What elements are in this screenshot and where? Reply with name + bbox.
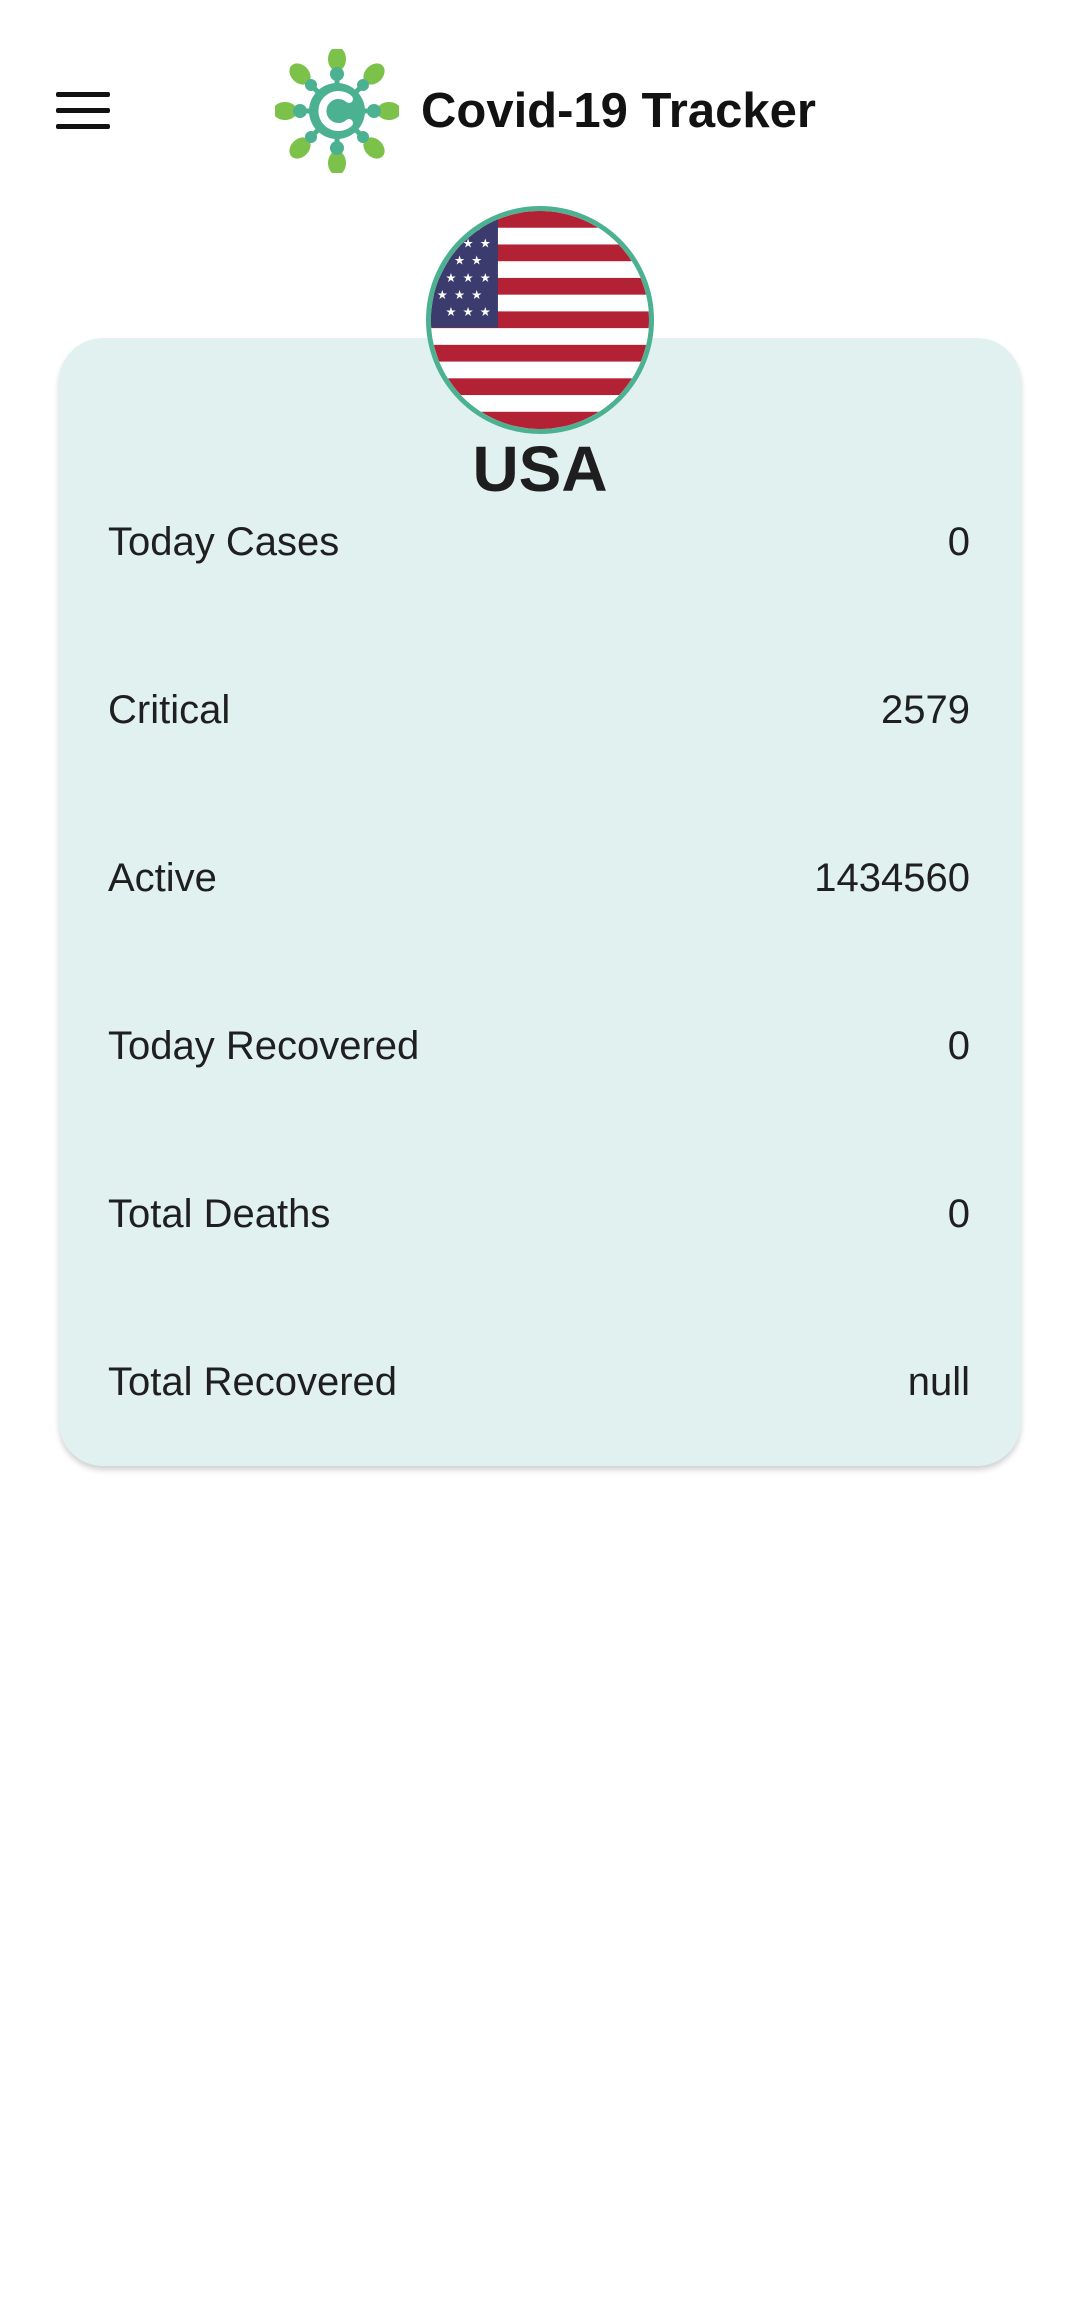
virus-logo-icon <box>275 48 399 173</box>
flag-image: ★ ★ ★ ★ ★ ★ ★ ★ ★ ★ ★ ★ ★ ★ ★ ★ ★ ★ <box>431 211 649 429</box>
svg-text:★: ★ <box>437 287 448 302</box>
stat-row-today-recovered: Today Recovered 0 <box>108 1014 970 1182</box>
hamburger-menu-icon[interactable] <box>40 70 130 150</box>
stats-list: Today Cases 0 Critical 2579 Active 14345… <box>108 510 970 1518</box>
stat-value: 1434560 <box>814 856 970 900</box>
svg-text:★: ★ <box>445 270 456 285</box>
svg-text:★: ★ <box>454 253 465 268</box>
svg-text:★: ★ <box>471 218 482 233</box>
svg-text:★: ★ <box>463 270 474 285</box>
stat-row-critical: Critical 2579 <box>108 678 970 846</box>
usa-flag-icon: ★ ★ ★ ★ ★ ★ ★ ★ ★ ★ ★ ★ ★ ★ ★ ★ ★ ★ <box>426 206 654 434</box>
svg-text:★: ★ <box>454 287 465 302</box>
stat-value: 0 <box>947 1024 970 1068</box>
svg-text:★: ★ <box>463 304 474 319</box>
svg-text:★: ★ <box>471 253 482 268</box>
menu-bar <box>56 91 110 97</box>
stat-label: Total Deaths <box>108 1192 331 1236</box>
app-screen: Covid-19 Tracker ★ ★ ★ ★ ★ ★ ★ ★ ★ ★ ★ ★ ★ ★ ★ <box>0 0 1080 2316</box>
svg-text:★: ★ <box>437 253 448 268</box>
stat-row-total-deaths: Total Deaths 0 <box>108 1182 970 1350</box>
app-header: Covid-19 Tracker <box>0 0 1080 220</box>
svg-text:★: ★ <box>445 304 456 319</box>
stat-value: 2579 <box>881 688 970 732</box>
stat-row-today-cases: Today Cases 0 <box>108 510 970 678</box>
stat-label: Active <box>108 856 217 900</box>
country-name: USA <box>472 433 608 505</box>
stat-label: Today Recovered <box>108 1024 420 1068</box>
svg-text:★: ★ <box>471 287 482 302</box>
svg-text:★: ★ <box>463 235 474 250</box>
svg-text:★: ★ <box>454 218 465 233</box>
stat-label: Total Recovered <box>108 1360 398 1404</box>
menu-bar <box>56 123 110 129</box>
stat-label: Critical <box>108 688 231 732</box>
svg-text:★: ★ <box>480 270 491 285</box>
stat-row-active: Active 1434560 <box>108 846 970 1014</box>
svg-text:★: ★ <box>480 235 491 250</box>
stat-label: Today Cases <box>108 520 340 564</box>
stat-row-total-recovered: Total Recovered null <box>108 1350 970 1518</box>
menu-bar <box>56 107 110 113</box>
stat-value: 0 <box>947 520 970 564</box>
svg-text:★: ★ <box>480 304 491 319</box>
svg-text:★: ★ <box>437 218 448 233</box>
svg-text:★: ★ <box>445 235 456 250</box>
app-title: Covid-19 Tracker <box>421 83 816 138</box>
stat-value: 0 <box>947 1192 970 1236</box>
brand: Covid-19 Tracker <box>275 48 816 173</box>
stat-value: null <box>907 1360 970 1404</box>
